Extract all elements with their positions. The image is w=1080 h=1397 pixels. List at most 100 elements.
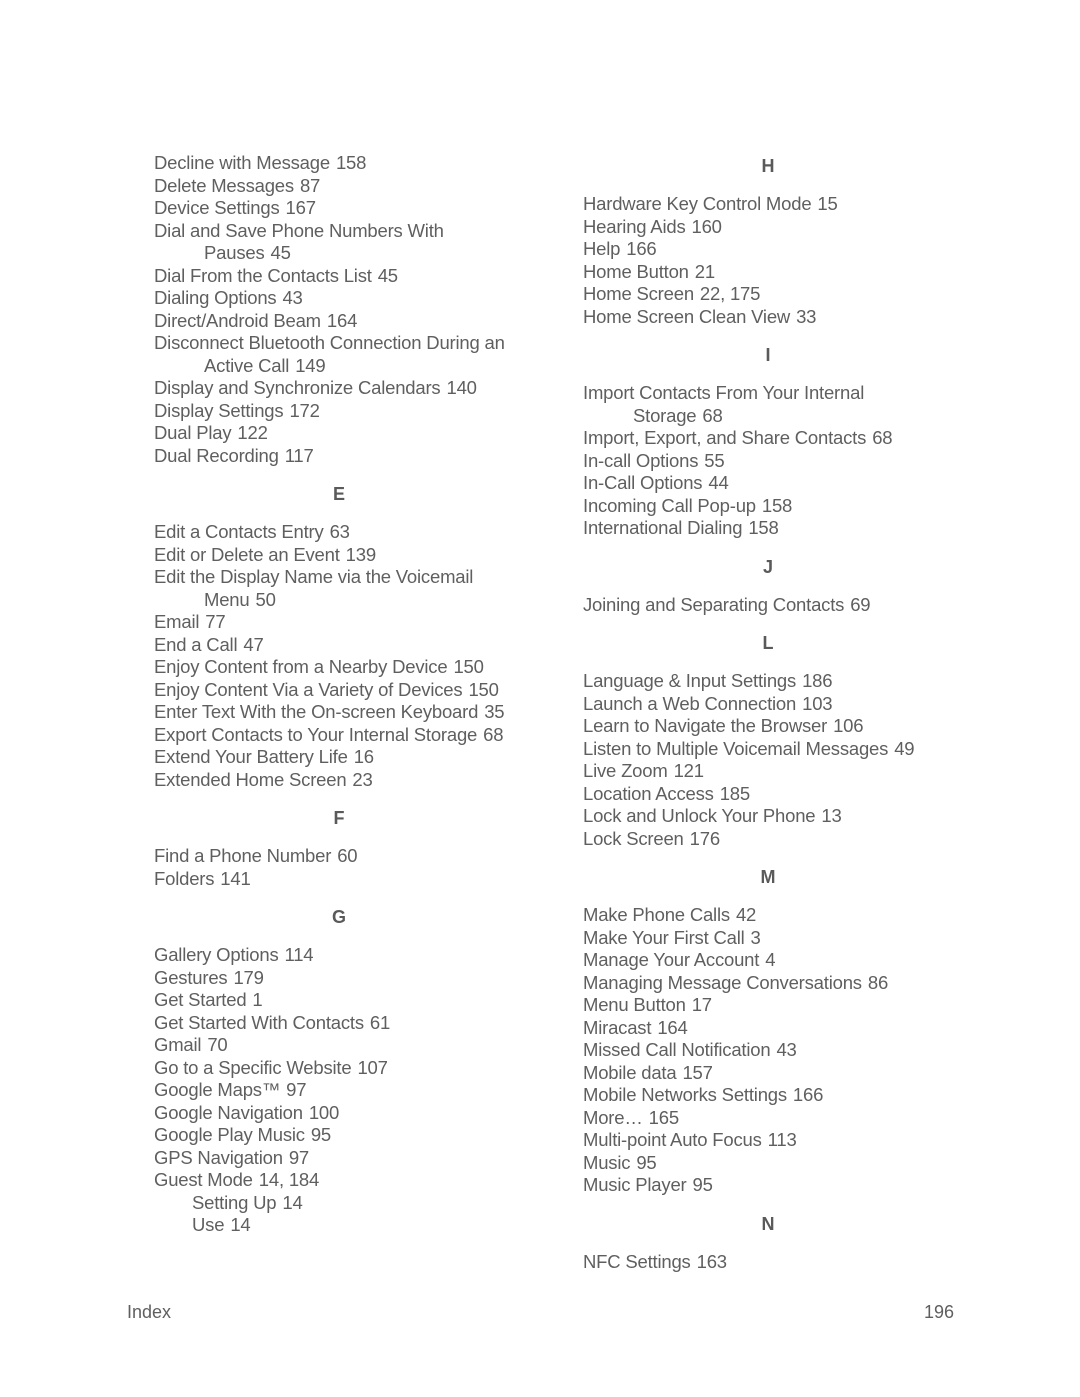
index-page-ref[interactable]: 47: [243, 634, 263, 655]
index-entry: Multi-point Auto Focus 113: [583, 1129, 963, 1152]
index-letter-i: I: [765, 345, 771, 365]
index-page-ref[interactable]: 42: [736, 904, 756, 925]
index-entry: In-call Options 55: [583, 450, 963, 473]
index-page-ref[interactable]: 165: [649, 1107, 679, 1128]
index-page-ref[interactable]: 114: [285, 944, 314, 965]
index-page-ref[interactable]: 139: [346, 544, 376, 565]
index-entry: Incoming Call Pop-up 158: [583, 495, 963, 518]
index-page-ref[interactable]: 97: [289, 1147, 309, 1168]
index-page-ref[interactable]: 179: [233, 967, 263, 988]
index-page-ref[interactable]: 1: [252, 989, 262, 1010]
index-page-ref[interactable]: 97: [286, 1079, 306, 1100]
index-term: Display and Synchronize Calendars: [154, 377, 441, 398]
index-page-ref[interactable]: 166: [793, 1084, 823, 1105]
index-page-ref[interactable]: 14: [282, 1192, 302, 1213]
index-page-ref[interactable]: 113: [768, 1129, 797, 1150]
index-page-ref[interactable]: 186: [802, 670, 832, 691]
index-page-ref[interactable]: 158: [336, 152, 366, 173]
index-page-ref[interactable]: 45: [378, 265, 398, 286]
index-page-ref[interactable]: 14: [230, 1214, 250, 1235]
index-page-ref[interactable]: 158: [748, 517, 778, 538]
index-page-ref[interactable]: 106: [833, 715, 863, 736]
index-entry: Folders 141: [154, 868, 544, 891]
index-page-ref[interactable]: 158: [762, 495, 792, 516]
index-page-ref[interactable]: 164: [327, 310, 357, 331]
index-page-ref[interactable]: 50: [255, 589, 275, 610]
index-group-g: Gallery Options 114 Gestures 179 Get Started…: [154, 944, 544, 1237]
index-entry: Menu Button 17: [583, 994, 963, 1017]
index-page-ref[interactable]: 70: [207, 1034, 227, 1055]
index-page-ref[interactable]: 17: [692, 994, 712, 1015]
index-page-ref[interactable]: 55: [704, 450, 724, 471]
index-page-ref[interactable]: 77: [205, 611, 225, 632]
index-page-ref[interactable]: 4: [765, 949, 775, 970]
index-page-ref[interactable]: 95: [636, 1152, 656, 1173]
index-page-ref[interactable]: 43: [776, 1039, 796, 1060]
index-page-ref[interactable]: 140: [446, 377, 476, 398]
index-page-ref[interactable]: 49: [894, 738, 914, 759]
index-page-ref[interactable]: 107: [357, 1057, 387, 1078]
index-page-ref[interactable]: 23: [352, 769, 372, 790]
index-page-ref[interactable]: 68: [872, 427, 892, 448]
index-page-ref[interactable]: 150: [453, 656, 483, 677]
index-entry: Make Phone Calls 42: [583, 904, 963, 927]
index-page-ref[interactable]: 13: [821, 805, 841, 826]
index-entry: Google Play Music 95: [154, 1124, 544, 1147]
index-page-ref[interactable]: 163: [697, 1251, 727, 1272]
index-term: In-call Options: [583, 449, 699, 471]
index-term: Incoming Call Pop-up: [583, 494, 756, 516]
index-page-ref[interactable]: 21: [695, 261, 715, 282]
index-page-ref[interactable]: 172: [289, 400, 319, 421]
index-term: Dial and Save Phone Numbers With: [154, 219, 444, 241]
index-term: Dual Play: [154, 422, 232, 443]
index-term: Dialing Options: [154, 287, 277, 308]
index-page-ref[interactable]: 122: [237, 422, 267, 443]
index-entry: Delete Messages 87: [154, 175, 544, 198]
index-page-ref[interactable]: 60: [337, 845, 357, 866]
index-entry: Direct/Android Beam 164: [154, 310, 544, 333]
index-page-ref[interactable]: 69: [850, 594, 870, 615]
index-page-ref[interactable]: 160: [692, 216, 722, 237]
index-page-ref[interactable]: 176: [690, 828, 720, 849]
index-page-ref[interactable]: 95: [311, 1124, 331, 1145]
index-entry: Music 95: [583, 1152, 963, 1175]
index-page-ref[interactable]: 3: [751, 927, 761, 948]
index-page-ref[interactable]: 45: [271, 242, 291, 263]
index-page-ref[interactable]: 149: [295, 355, 325, 376]
index-entry: Disconnect Bluetooth Connection During a…: [154, 332, 544, 377]
index-entry: Extended Home Screen 23: [154, 769, 544, 792]
index-term: Disconnect Bluetooth Connection During a…: [154, 332, 505, 353]
index-page-ref[interactable]: 63: [330, 521, 350, 542]
index-page-ref[interactable]: 87: [300, 175, 320, 196]
index-page-ref[interactable]: 68: [483, 724, 503, 745]
index-page-ref[interactable]: 103: [802, 693, 832, 714]
index-page-ref[interactable]: 22, 175: [700, 283, 761, 304]
index-page-ref[interactable]: 86: [868, 972, 888, 993]
index-group-j: Joining and Separating Contacts 69: [583, 594, 963, 617]
index-page-ref[interactable]: 14, 184: [259, 1169, 320, 1190]
index-group-l: Language & Input Settings 186 Launch a Web…: [583, 670, 963, 850]
index-page-ref[interactable]: 95: [693, 1174, 713, 1195]
index-page-ref[interactable]: 16: [354, 746, 374, 767]
index-page-ref[interactable]: 100: [309, 1102, 339, 1123]
index-term: Music: [583, 1151, 631, 1173]
index-page-ref[interactable]: 33: [796, 306, 816, 327]
index-page-ref[interactable]: 61: [370, 1012, 390, 1033]
index-page-ref[interactable]: 68: [702, 405, 722, 426]
index-page-ref[interactable]: 121: [674, 760, 704, 781]
index-page-ref[interactable]: 150: [468, 679, 498, 700]
index-page-ref[interactable]: 164: [657, 1017, 687, 1038]
index-page-ref[interactable]: 44: [708, 472, 728, 493]
index-page-ref[interactable]: 167: [286, 197, 316, 218]
index-term: Enjoy Content from a Nearby Device: [154, 656, 448, 677]
index-page-ref[interactable]: 185: [720, 783, 750, 804]
index-page-ref[interactable]: 15: [817, 193, 837, 214]
index-entry: Edit the Display Name via the Voicemail M…: [154, 566, 544, 611]
index-page-ref[interactable]: 157: [682, 1062, 712, 1083]
index-page-ref[interactable]: 141: [220, 868, 250, 889]
index-page-ref[interactable]: 166: [626, 238, 656, 259]
index-letter-n: N: [761, 1213, 775, 1234]
index-page-ref[interactable]: 35: [484, 701, 504, 722]
index-page-ref[interactable]: 117: [285, 445, 314, 466]
index-page-ref[interactable]: 43: [282, 287, 302, 308]
